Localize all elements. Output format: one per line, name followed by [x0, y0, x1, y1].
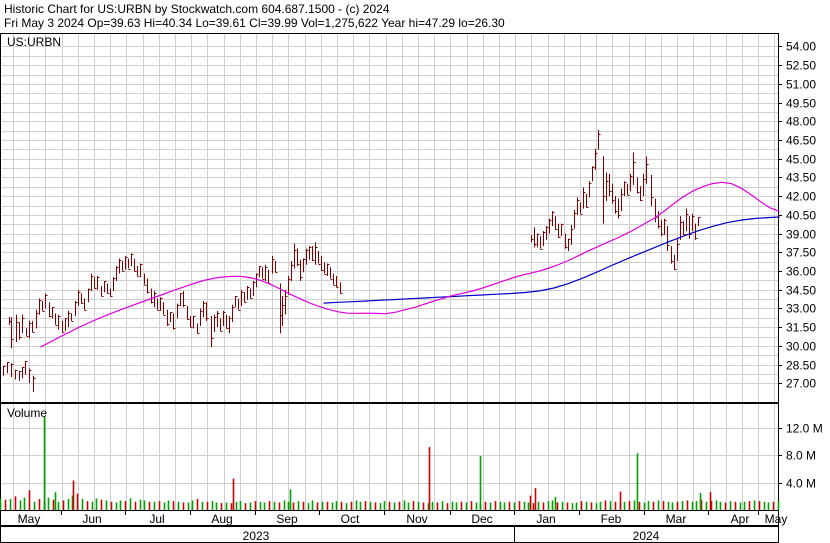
symbol-label: US:URBN [7, 35, 61, 49]
month-label: Apr [731, 512, 750, 526]
month-label: Jun [82, 512, 101, 526]
month-axis: May Jun Jul Aug Sep Oct Nov Dec Jan Feb Mar Apr May [18, 510, 788, 526]
volume-gridlines [2, 404, 778, 510]
price-tick-label: 39.00 [786, 228, 816, 242]
month-label: Mar [666, 512, 687, 526]
month-label: Dec [471, 512, 492, 526]
price-bars [3, 130, 701, 393]
price-tick-label: 54.00 [786, 40, 816, 54]
price-tick-label: 49.50 [786, 97, 816, 111]
chart-header-title: Historic Chart for US:URBN by Stockwatch… [4, 2, 390, 16]
price-gridlines [2, 34, 778, 402]
price-tick-label: 36.00 [786, 265, 816, 279]
chart-header-quote: Fri May 3 2024 Op=39.63 Hi=40.34 Lo=39.6… [4, 16, 505, 30]
price-tick-label: 48.00 [786, 115, 816, 129]
price-tick-label: 43.50 [786, 171, 816, 185]
price-tick-label: 45.00 [786, 153, 816, 167]
price-tick-label: 51.00 [786, 78, 816, 92]
price-tick-label: 52.50 [786, 59, 816, 73]
year-axis-frame [0, 526, 779, 543]
price-axis: 54.00 52.50 51.00 49.50 48.00 46.50 45.00 43.50… [778, 40, 816, 391]
price-tick-label: 27.00 [786, 377, 816, 391]
price-tick-label: 37.50 [786, 246, 816, 260]
price-tick-label: 42.00 [786, 190, 816, 204]
year-label: 2023 [243, 529, 270, 543]
price-tick-label: 34.50 [786, 284, 816, 298]
month-label: Oct [341, 512, 360, 526]
volume-label: Volume [7, 406, 47, 420]
volume-tick-label: 8.0 M [786, 449, 816, 463]
price-tick-label: 28.50 [786, 359, 816, 373]
volume-tick-label: 4.0 M [786, 477, 816, 491]
month-label: Jan [536, 512, 555, 526]
month-label: Nov [406, 512, 427, 526]
volume-tick-label: 12.0 M [786, 422, 823, 436]
month-label: Jul [149, 512, 164, 526]
price-tick-label: 46.50 [786, 134, 816, 148]
month-label: Feb [601, 512, 622, 526]
price-tick-label: 30.00 [786, 340, 816, 354]
price-tick-label: 33.00 [786, 302, 816, 316]
month-axis-frame [0, 510, 779, 526]
month-label: Sep [276, 512, 298, 526]
stock-chart: Historic Chart for US:URBN by Stockwatch… [0, 2, 823, 543]
price-tick-label: 40.50 [786, 209, 816, 223]
year-label: 2024 [633, 529, 660, 543]
month-label: May [18, 512, 41, 526]
volume-axis: 12.0 M 8.0 M 4.0 M [778, 422, 823, 491]
price-tick-label: 31.50 [786, 321, 816, 335]
month-label: Aug [211, 512, 232, 526]
ma-short-line [40, 181, 780, 348]
year-axis: 2023 2024 [243, 529, 660, 543]
month-label: May [765, 512, 788, 526]
